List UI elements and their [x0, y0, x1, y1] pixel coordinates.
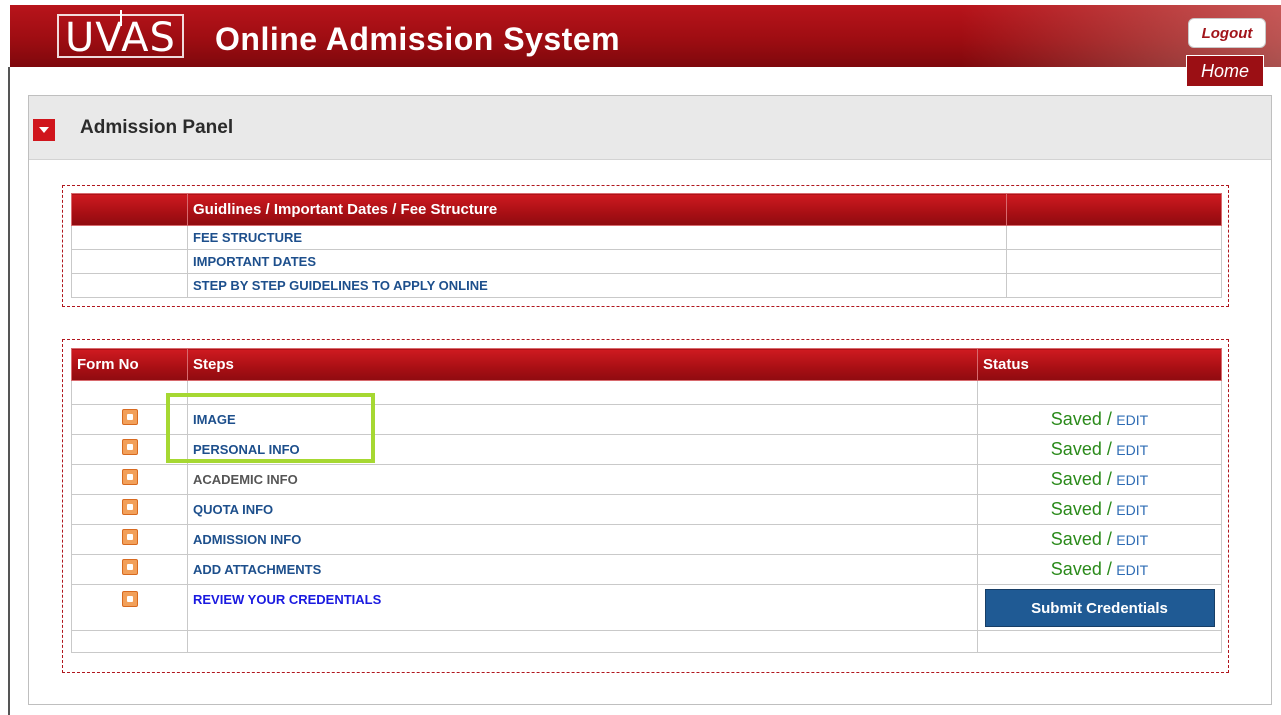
collapse-toggle[interactable] — [33, 119, 55, 141]
edit-link[interactable]: EDIT — [1116, 562, 1148, 578]
step-review-credentials-link[interactable]: REVIEW YOUR CREDENTIALS — [193, 592, 381, 607]
form-icon — [121, 499, 138, 515]
steps-table: Form No Steps Status IMAGE Saved / EDIT … — [71, 348, 1222, 653]
panel-header: Admission Panel — [29, 96, 1271, 160]
saved-status: Saved / — [1050, 559, 1112, 579]
step-image-link[interactable]: IMAGE — [193, 412, 236, 427]
logout-button[interactable]: Logout — [1188, 18, 1266, 48]
edit-link[interactable]: EDIT — [1116, 442, 1148, 458]
edit-link[interactable]: EDIT — [1116, 502, 1148, 518]
table-row: ADMISSION INFO Saved / EDIT — [71, 524, 1222, 555]
saved-status: Saved / — [1050, 409, 1112, 429]
saved-status: Saved / — [1050, 499, 1112, 519]
form-icon — [121, 559, 138, 575]
guidelines-header-blank — [71, 193, 188, 226]
guidelines-header: Guidlines / Important Dates / Fee Struct… — [187, 193, 1007, 226]
table-row: IMAGE Saved / EDIT — [71, 404, 1222, 435]
guidelines-link[interactable]: STEP BY STEP GUIDELINES TO APPLY ONLINE — [193, 278, 488, 293]
form-icon — [121, 591, 138, 607]
panel-title: Admission Panel — [80, 117, 234, 138]
important-dates-link[interactable]: IMPORTANT DATES — [193, 254, 316, 269]
caduceus-icon — [120, 10, 123, 26]
submit-credentials-button[interactable]: Submit Credentials — [984, 588, 1215, 627]
home-button[interactable]: Home — [1186, 55, 1264, 87]
step-add-attachments-link[interactable]: ADD ATTACHMENTS — [193, 562, 321, 577]
step-quota-info-link[interactable]: QUOTA INFO — [193, 502, 273, 517]
saved-status: Saved / — [1050, 469, 1112, 489]
form-icon — [121, 439, 138, 455]
triangle-down-icon — [39, 127, 49, 133]
table-row: ACADEMIC INFO Saved / EDIT — [71, 464, 1222, 495]
table-row: PERSONAL INFO Saved / EDIT — [71, 434, 1222, 465]
edit-link[interactable]: EDIT — [1116, 532, 1148, 548]
form-icon — [121, 529, 138, 545]
app-title: Online Admission System — [215, 21, 621, 57]
guidelines-table: Guidlines / Important Dates / Fee Struct… — [71, 193, 1222, 298]
table-row: REVIEW YOUR CREDENTIALS Submit Credentia… — [71, 584, 1222, 631]
header-status: Status — [977, 348, 1222, 381]
step-admission-info-link[interactable]: ADMISSION INFO — [193, 532, 301, 547]
form-icon — [121, 469, 138, 485]
table-row: ADD ATTACHMENTS Saved / EDIT — [71, 554, 1222, 585]
left-border — [8, 67, 10, 715]
edit-link[interactable]: EDIT — [1116, 472, 1148, 488]
guidelines-header-blank — [1006, 193, 1222, 226]
form-icon — [121, 409, 138, 425]
edit-link[interactable]: EDIT — [1116, 412, 1148, 428]
table-row: QUOTA INFO Saved / EDIT — [71, 494, 1222, 525]
fee-structure-link[interactable]: FEE STRUCTURE — [193, 230, 302, 245]
uvas-logo: UVAS — [57, 10, 184, 58]
step-personal-info-link[interactable]: PERSONAL INFO — [193, 442, 300, 457]
step-academic-info-link[interactable]: ACADEMIC INFO — [193, 472, 298, 487]
saved-status: Saved / — [1050, 439, 1112, 459]
page: UVAS Online Admission System Logout Home… — [0, 0, 1281, 715]
header-form-no: Form No — [71, 348, 188, 381]
saved-status: Saved / — [1050, 529, 1112, 549]
header-steps: Steps — [187, 348, 978, 381]
logo: UVAS — [57, 5, 184, 67]
app-header: UVAS Online Admission System Logout Home — [10, 5, 1281, 87]
